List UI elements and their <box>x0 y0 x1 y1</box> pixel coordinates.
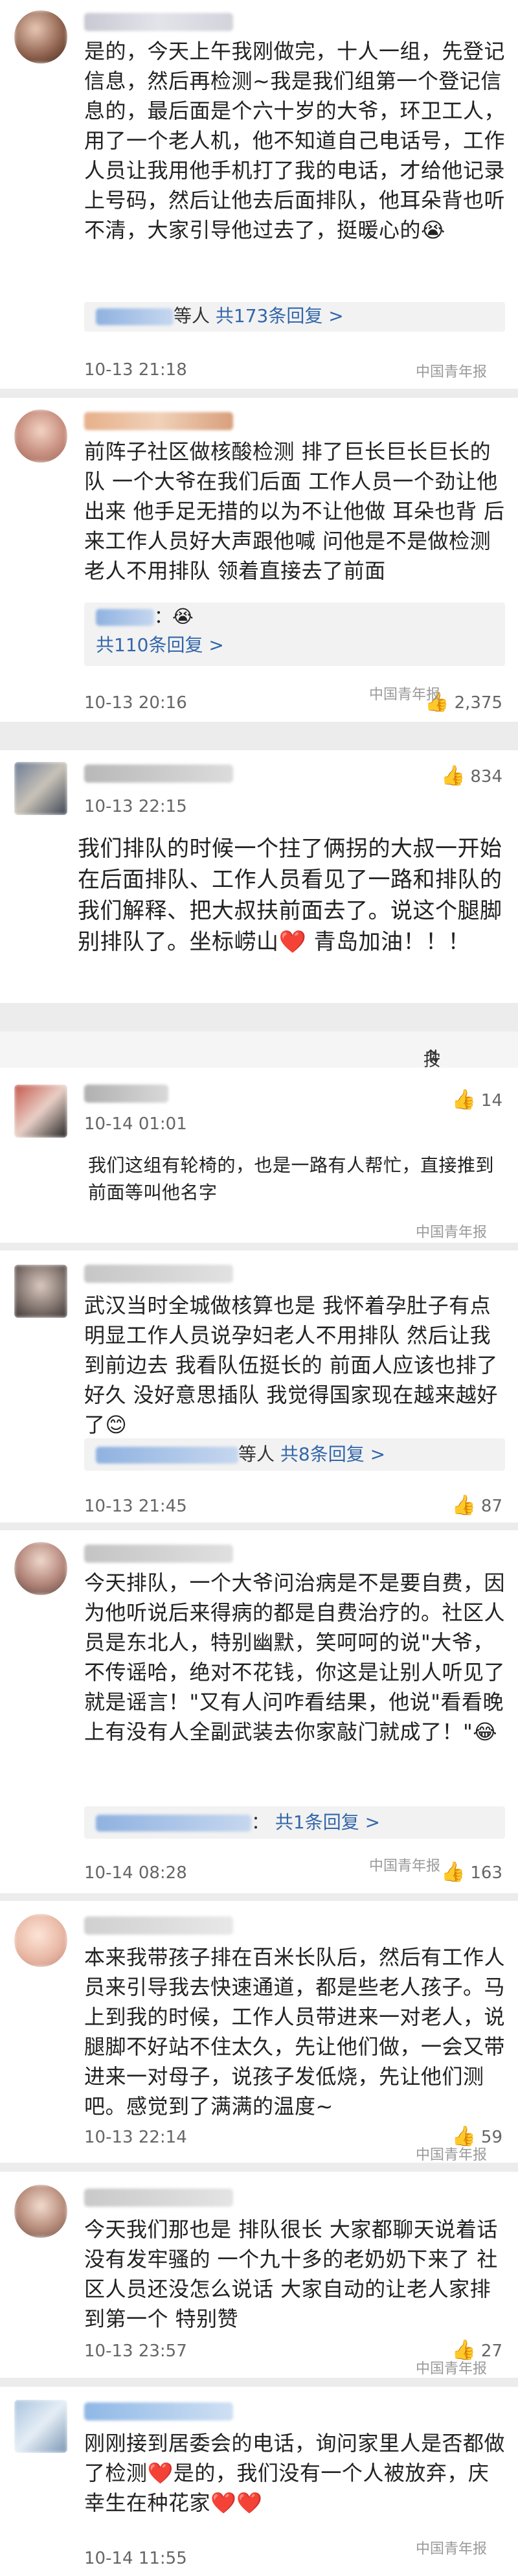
username[interactable] <box>84 765 233 783</box>
reply-username <box>96 1447 238 1464</box>
reply-count-link[interactable]: 共173条回复 > <box>216 305 344 327</box>
avatar[interactable] <box>14 1265 67 1318</box>
comment-time: 10-13 22:15 <box>84 797 187 816</box>
reply-count-link[interactable]: 共110条回复 > <box>96 631 493 660</box>
comment-time: 10-13 21:45 <box>84 1497 187 1516</box>
reply-summary[interactable]: ： 共1条回复 > <box>84 1806 505 1839</box>
comment-time: 10-13 23:57 <box>84 2341 187 2361</box>
comment-card: 10-14 01:01 👍 14 我们这组有轮椅的，也是一路有人帮忙，直接推到前面… <box>0 1068 518 1243</box>
reply-count-link[interactable]: 共8条回复 > <box>280 1443 385 1465</box>
comment-text: 今天我们那也是 排队很长 大家都聊天说着话 没有发牢骚的 一个九十多的老奶奶下来… <box>84 2217 505 2331</box>
avatar[interactable] <box>14 2185 67 2238</box>
comment-time: 10-14 11:55 <box>84 2549 187 2568</box>
like-number: 14 <box>480 1091 502 1110</box>
watermark: 中国青年报 <box>368 687 440 703</box>
username[interactable] <box>84 2189 233 2207</box>
like-number: 834 <box>470 767 502 787</box>
avatar[interactable] <box>14 409 67 463</box>
comment-text: 我们这组有轮椅的，也是一路有人帮忙，直接推到前面等叫他名字 <box>88 1155 495 1203</box>
like-number: 163 <box>470 1863 502 1883</box>
like-count[interactable]: 👍 14 <box>452 1088 502 1111</box>
sort-toggle[interactable]: ⇅按时间 <box>0 1031 518 1118</box>
reply-summary[interactable]: 等人 共8条回复 > <box>84 1438 505 1471</box>
comment-card: 是的，今天上午我刚做完，十人一组，先登记信息，然后再检测~我是我们组第一个登记信… <box>0 0 518 389</box>
comment-text: 本来我带孩子排在百米长队后，然后有工作人员来引导我去快速通道，都是些老人孩子。马… <box>84 1945 506 2119</box>
like-count[interactable]: 👍 163 <box>441 1861 502 1883</box>
watermark: 中国青年报 <box>415 2147 487 2163</box>
avatar[interactable] <box>14 762 67 815</box>
comment-time: 10-13 22:14 <box>84 2128 187 2147</box>
avatar[interactable] <box>14 1542 67 1595</box>
watermark: 中国青年报 <box>415 1225 487 1241</box>
reply-suffix: 等人 <box>238 1443 275 1465</box>
comment-card: 今天排队，一个大爷问治病是不是要自费，因为他听说后来得病的都是自费治疗的。社区人… <box>0 1530 518 1893</box>
like-count[interactable]: 👍 834 <box>441 765 502 787</box>
like-count[interactable]: 👍 87 <box>452 1494 502 1517</box>
username[interactable] <box>84 412 233 430</box>
comment-text: 今天排队，一个大爷问治病是不是要自费，因为他听说后来得病的都是自费治疗的。社区人… <box>84 1570 506 1744</box>
watermark: 中国青年报 <box>368 1858 440 1874</box>
reply-count-link[interactable]: 共1条回复 > <box>275 1811 380 1833</box>
watermark: 中国青年报 <box>415 364 487 380</box>
reply-suffix: ： <box>251 1811 270 1833</box>
reply-suffix: 等人 <box>174 305 210 327</box>
username[interactable] <box>84 1085 168 1103</box>
reply-username <box>96 308 174 325</box>
comment-text: 前阵子社区做核酸检测 排了巨长巨长巨长的队 一个大爷在我们后面 工作人员一个劲让… <box>84 439 505 583</box>
comment-text: 武汉当时全城做核算也是 我怀着孕肚子有点明显工作人员说孕妇老人不用排队 然后让我… <box>84 1293 498 1437</box>
comment-text: 刚刚接到居委会的电话，询问家里人是否都做了检测❤️是的，我们没有一个人被放弃，庆… <box>84 2431 506 2515</box>
thumbs-up-icon: 👍 <box>441 765 466 787</box>
reply-username <box>96 609 154 626</box>
comment-card: 武汉当时全城做核算也是 我怀着孕肚子有点明显工作人员说孕妇老人不用排队 然后让我… <box>0 1250 518 1523</box>
comment-text: 是的，今天上午我刚做完，十人一组，先登记信息，然后再检测~我是我们组第一个登记信… <box>84 39 506 242</box>
avatar[interactable] <box>14 1914 67 1967</box>
comment-card: 本来我带孩子排在百米长队后，然后有工作人员来引导我去快速通道，都是些老人孩子。马… <box>0 1901 518 2163</box>
comment-time: 10-14 01:01 <box>84 1114 187 1134</box>
like-number: 87 <box>480 1497 502 1516</box>
comment-text: 我们排队的时候一个拄了俩拐的大叔一开始在后面排队、工作人员看见了一路和排队的我们… <box>78 836 502 955</box>
thumbs-up-icon: 👍 <box>451 1088 476 1111</box>
avatar[interactable] <box>14 2400 67 2453</box>
reply-summary[interactable]: 等人 共173条回复 > <box>84 302 505 332</box>
watermark: 中国青年报 <box>415 2361 487 2377</box>
like-number: 2,375 <box>454 693 502 713</box>
username[interactable] <box>84 2402 233 2421</box>
comment-time: 10-13 21:18 <box>84 360 187 380</box>
comment-card: 10-13 22:15 👍 834 我们排队的时候一个拄了俩拐的大叔一开始在后面排… <box>0 750 518 1003</box>
comment-card: 今天我们那也是 排队很长 大家都聊天说着话 没有发牢骚的 一个九十多的老奶奶下来… <box>0 2172 518 2378</box>
comment-card: 刚刚接到居委会的电话，询问家里人是否都做了检测❤️是的，我们没有一个人被放弃，庆… <box>0 2387 518 2576</box>
username[interactable] <box>84 1545 233 1563</box>
reply-text: ：😭 <box>154 606 194 627</box>
comment-card: 前阵子社区做核酸检测 排了巨长巨长巨长的队 一个大爷在我们后面 工作人员一个劲让… <box>0 398 518 722</box>
avatar[interactable] <box>14 10 67 63</box>
thumbs-up-icon: 👍 <box>441 1861 466 1883</box>
comment-time: 10-14 08:28 <box>84 1863 187 1883</box>
username[interactable] <box>84 1916 233 1935</box>
username[interactable] <box>84 13 233 31</box>
reply-username <box>96 1815 251 1832</box>
comment-time: 10-13 20:16 <box>84 693 187 713</box>
reply-summary[interactable]: ：😭 共110条回复 > <box>84 603 505 666</box>
avatar[interactable] <box>14 1085 67 1138</box>
username[interactable] <box>84 1265 233 1283</box>
watermark: 中国青年报 <box>415 2541 487 2557</box>
thumbs-up-icon: 👍 <box>451 1494 476 1517</box>
